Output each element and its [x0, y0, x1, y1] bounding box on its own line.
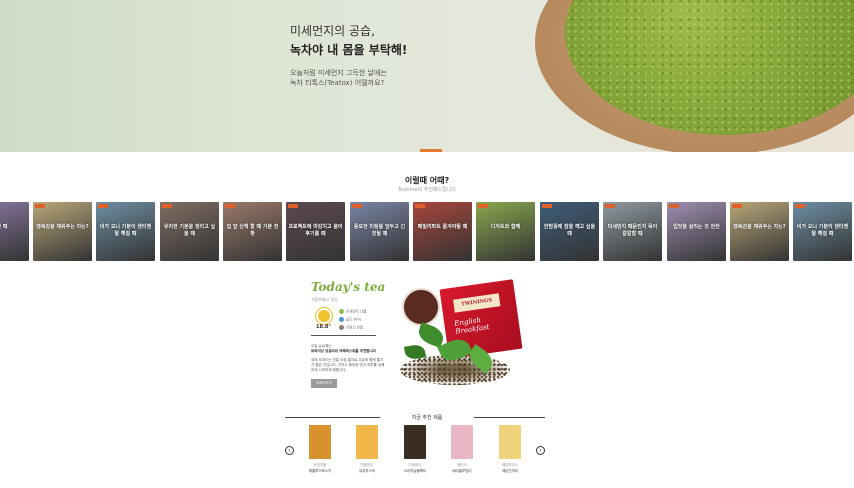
hero-line1: 미세먼지의 공습,	[290, 24, 375, 38]
product-image	[451, 425, 473, 459]
card-caption: 유리한 기분을 정리고 싶을 때	[163, 224, 216, 237]
product-image	[499, 425, 521, 459]
tea-brand: TWININGS	[453, 293, 501, 313]
card-caption: 입맛을 살리는 것 한잔	[673, 224, 720, 230]
product-brand: 카라차음	[313, 463, 327, 467]
situation-card[interactable]: 유리한 기분을 정리고 싶을 때	[160, 202, 219, 261]
hero-sub2: 녹차 티톡스(Teatox) 어떨까요?	[290, 79, 385, 87]
product-name: 오리지널블랙티	[403, 469, 427, 473]
card-caption: 행복감을 채워주는 차는?	[36, 224, 89, 230]
weather-item: 미세먼지 나쁨	[339, 309, 366, 315]
situation-carousel: …한 때 행복감을 채워주는 차는? 비가 오니 기분이 센티멘탈 해질 때 유리한 …	[0, 202, 854, 262]
tea-tag	[605, 204, 615, 208]
weather-item: 자외선 보통	[339, 325, 363, 331]
situation-card[interactable]: 행복감을 채워주는 차는?	[33, 202, 92, 261]
product-image	[309, 425, 331, 459]
tea-tag	[795, 204, 805, 208]
weather-location: 서울특별시 맑음	[311, 297, 339, 302]
situation-card[interactable]: 중요한 미팅을 앞두고 긴장될 때	[350, 202, 409, 261]
situation-card[interactable]: 패밀리파트 즐겨야될 때	[413, 202, 472, 261]
dust-icon	[339, 309, 344, 314]
card-caption: 행복감을 채워주는 차는?	[733, 224, 786, 230]
tea-tag	[225, 204, 235, 208]
card-caption: 비가 오니 기분이 센티멘탈 해질 때	[796, 224, 849, 237]
situation-card[interactable]: 프로젝트에 마감지고 울어 후기를 때	[286, 202, 345, 261]
product-brand: 다원하나	[408, 463, 422, 467]
section-subtitle: Teatime이 추천해드립니다	[397, 187, 457, 193]
card-caption: 한밤중에 잠을 깨고 싶을 때	[543, 224, 596, 237]
todays-tea-panel: Today's tea 서울특별시 맑음 18.8° 미세먼지 나쁨 습도 60…	[311, 280, 386, 388]
next-arrow-icon[interactable]: ›	[536, 446, 545, 455]
weather-item: 습도 60%	[339, 317, 361, 323]
product-item[interactable]: 카라차음애플루이보스차	[300, 425, 340, 474]
divider	[311, 335, 376, 336]
reco-title: 지금 추천 제품	[380, 414, 474, 421]
weather-dust: 미세먼지 나쁨	[346, 309, 367, 314]
situation-card[interactable]: 비가 오니 기분이 센티멘탈 해질 때	[793, 202, 852, 261]
tea-tag	[669, 204, 679, 208]
hero-text: 미세먼지의 공습, 녹차야 내 몸을 부탁해! 오늘처럼 미세먼지 그득한 날에…	[290, 22, 430, 88]
situation-card[interactable]: 비가 오니 기분이 센티멘탈 해질 때	[96, 202, 155, 261]
product-item[interactable]: 앤티크베리블루밍티	[442, 425, 482, 474]
situation-card[interactable]: 입맛을 살리는 것 한잔	[667, 202, 726, 261]
product-image	[356, 425, 378, 459]
hero-sub: 오늘처럼 미세먼지 그득한 날에는 녹차 티톡스(Teatox) 어떨까요?	[290, 68, 430, 88]
situation-card[interactable]: …한 때	[0, 202, 29, 261]
situation-card[interactable]: 디저트와 함께	[476, 202, 535, 261]
tea-tag	[162, 204, 172, 208]
tea-badge	[402, 288, 440, 326]
tea-tag	[98, 204, 108, 208]
product-item[interactable]: 레몬하우스레몬진저티	[490, 425, 530, 474]
card-caption: 디저트와 함께	[490, 224, 521, 230]
prev-arrow-icon[interactable]: ‹	[285, 446, 294, 455]
situation-card[interactable]: 집 앞 산책 할 때 기분 전환	[223, 202, 282, 261]
tea-tag	[732, 204, 742, 208]
product-brand: 레몬하우스	[501, 463, 519, 467]
product-item[interactable]: 다원하나유자차스틱	[347, 425, 387, 474]
product-name: 베리블루밍티	[452, 469, 472, 473]
situation-card[interactable]: 한밤중에 잠을 깨고 싶을 때	[540, 202, 599, 261]
product-name: 유자차스틱	[358, 469, 376, 473]
product-brand: 다원하나	[360, 463, 374, 467]
tea-tag	[35, 204, 45, 208]
card-caption: 중요한 미팅을 앞두고 긴장될 때	[353, 224, 406, 237]
more-button[interactable]: 자세히보기	[311, 379, 337, 388]
section-title: 이럴때 어때?	[404, 176, 450, 185]
card-caption: 비가 오니 기분이 센티멘탈 해질 때	[99, 224, 152, 237]
card-caption: 집 앞 산책 할 때 기분 전환	[226, 224, 279, 237]
weather-uv: 자외선 보통	[346, 325, 364, 330]
uv-icon	[339, 325, 344, 330]
tea-tag	[415, 204, 425, 208]
temperature: 18.8°	[316, 324, 331, 330]
card-caption: 미세먼지 때문인지 목이 칼칼할 때	[607, 224, 658, 237]
situation-card[interactable]: 미세먼지 때문인지 목이 칼칼할 때	[603, 202, 662, 261]
hero-slide-indicator[interactable]	[420, 149, 442, 152]
card-caption: 패밀리파트 즐겨야될 때	[417, 224, 468, 230]
tea-tag	[288, 204, 298, 208]
product-item[interactable]: 다원하나오리지널블랙티	[395, 425, 435, 474]
hero-sub1: 오늘처럼 미세먼지 그득한 날에는	[290, 69, 387, 77]
hero-line2: 녹차야 내 몸을 부탁해!	[290, 43, 408, 57]
humidity-icon	[339, 317, 344, 322]
card-caption: …한 때	[0, 224, 8, 230]
desc-bold: 트와이닝 잉글리쉬 브렉퍼스트를 추천합니다	[311, 349, 376, 353]
product-name: 레몬진저티	[501, 469, 519, 473]
product-image	[404, 425, 426, 459]
situation-card[interactable]: 행복감을 채워주는 차는?	[730, 202, 789, 261]
desc-body: 세계 모여드는 전통 아침 홍차로 우유와 함께 즐기기 좋은 차입니다. 진하…	[311, 358, 385, 372]
product-name: 애플루이보스차	[308, 469, 332, 473]
todays-tea-description: 오늘 날씨에는 트와이닝 잉글리쉬 브렉퍼스트를 추천합니다 세계 모여드는 전…	[311, 344, 386, 373]
tea-tag	[352, 204, 362, 208]
sun-icon	[318, 310, 330, 322]
tea-tag	[542, 204, 552, 208]
card-caption: 프로젝트에 마감지고 울어 후기를 때	[288, 224, 343, 237]
product-brand: 앤티크	[457, 463, 467, 467]
weather-humidity: 습도 60%	[346, 317, 362, 322]
tea-tag	[478, 204, 488, 208]
tea-name: English Breakfast	[454, 315, 490, 336]
hero-banner: 미세먼지의 공습, 녹차야 내 몸을 부탁해! 오늘처럼 미세먼지 그득한 날에…	[0, 0, 854, 152]
todays-tea-title: Today's tea	[311, 280, 386, 294]
